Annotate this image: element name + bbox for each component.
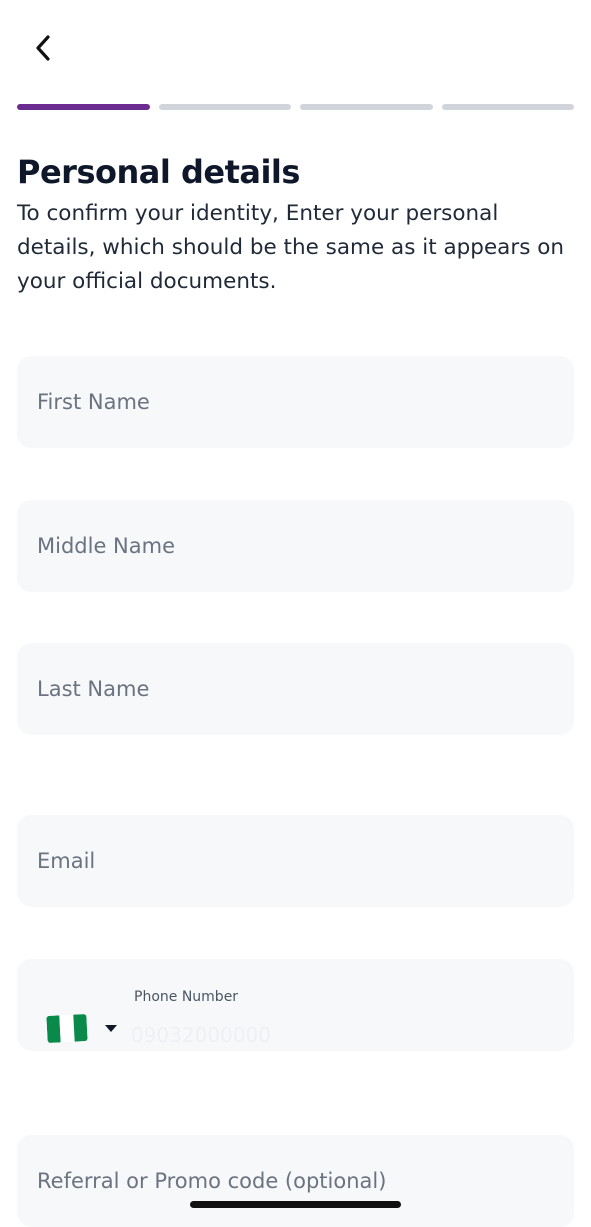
phone-number-field[interactable]: Phone Number (17, 959, 574, 1053)
middle-name-input[interactable] (17, 500, 574, 592)
referral-code-input[interactable] (17, 1135, 574, 1227)
home-indicator (190, 1201, 401, 1208)
phone-number-input[interactable] (127, 1017, 547, 1053)
back-button[interactable] (26, 30, 60, 66)
country-code-selector[interactable] (46, 1013, 117, 1044)
page-title: Personal details (17, 153, 300, 191)
nigeria-flag-icon (46, 1013, 88, 1044)
first-name-field[interactable] (17, 356, 574, 448)
referral-code-field[interactable] (17, 1135, 574, 1227)
progress-step-4 (441, 104, 574, 110)
page-subtitle: To confirm your identity, Enter your per… (17, 201, 565, 294)
step-progress-bar (17, 104, 574, 110)
first-name-input[interactable] (17, 356, 574, 448)
email-input[interactable] (17, 815, 574, 907)
last-name-input[interactable] (17, 643, 574, 735)
phone-number-label: Phone Number (134, 989, 239, 1005)
last-name-field[interactable] (17, 643, 574, 735)
email-field[interactable] (17, 815, 574, 907)
progress-step-3 (300, 104, 433, 110)
middle-name-field[interactable] (17, 500, 574, 592)
progress-step-2 (158, 104, 291, 110)
chevron-left-icon (36, 35, 50, 61)
progress-step-1 (17, 104, 150, 110)
caret-down-icon (105, 1025, 117, 1032)
